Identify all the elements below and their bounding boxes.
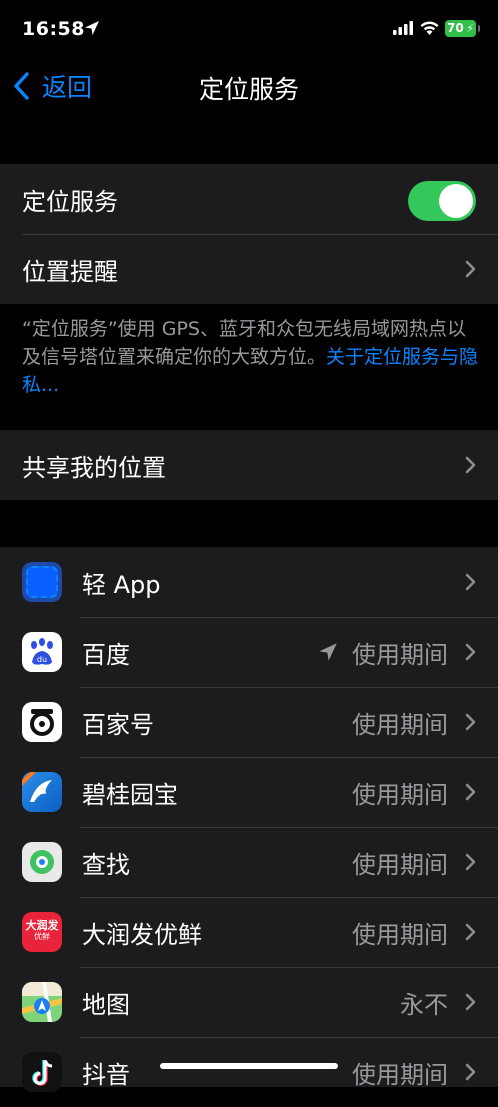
toggle-knob — [439, 184, 473, 218]
permission-value: 使用期间 — [352, 640, 448, 669]
share-location-label: 共享我的位置 — [22, 453, 166, 482]
chevron-right-icon — [465, 923, 476, 941]
battery-level: 70 — [447, 21, 464, 35]
battery-icon: 70 ⚡ — [445, 20, 476, 37]
location-services-label: 定位服务 — [22, 187, 118, 216]
find-my-icon — [22, 842, 62, 882]
chevron-right-icon — [465, 260, 476, 278]
app-permission: 永不 — [400, 990, 448, 1019]
location-services-toggle[interactable] — [408, 181, 476, 221]
location-arrow-icon — [85, 21, 99, 35]
app-permission: 使用期间 — [318, 635, 448, 670]
app-row-light-app[interactable]: 轻 App — [0, 547, 498, 617]
app-name: 抖音 — [82, 1060, 130, 1089]
location-alerts-label: 位置提醒 — [22, 257, 118, 286]
app-row-baidu[interactable]: du 百度 使用期间 — [0, 617, 498, 687]
chevron-right-icon — [465, 1063, 476, 1081]
douyin-icon — [22, 1052, 62, 1092]
app-name: 百家号 — [82, 710, 154, 739]
rt-mart-icon-text: 大润发 — [25, 919, 59, 932]
chevron-right-icon — [465, 853, 476, 871]
app-name: 查找 — [82, 850, 130, 879]
app-row-baijiahao[interactable]: 百家号 使用期间 — [0, 687, 498, 757]
page-title: 定位服务 — [198, 75, 299, 104]
app-name: 轻 App — [82, 570, 161, 599]
svg-text:du: du — [37, 655, 47, 664]
chevron-right-icon — [465, 993, 476, 1011]
app-row-douyin[interactable]: 抖音 使用期间 — [0, 1037, 498, 1107]
app-permission: 使用期间 — [352, 710, 448, 739]
location-services-row: 定位服务 — [0, 164, 498, 234]
rt-mart-icon-subtext: 优鲜 — [34, 932, 50, 941]
app-name: 地图 — [82, 990, 130, 1019]
app-permission: 使用期间 — [352, 780, 448, 809]
location-alerts-row[interactable]: 位置提醒 — [0, 234, 498, 304]
share-location-row[interactable]: 共享我的位置 — [0, 430, 498, 500]
location-arrow-icon — [319, 643, 337, 661]
app-permission: 使用期间 — [352, 1060, 448, 1089]
baidu-icon: du — [22, 632, 62, 672]
status-bar: 16:58 70 ⚡ — [0, 0, 498, 58]
navigation-bar: 返回 定位服务 — [0, 58, 498, 114]
chevron-right-icon — [465, 456, 476, 474]
app-row-biguiyuanbao[interactable]: 碧桂园宝 使用期间 — [0, 757, 498, 827]
location-footer-text: “定位服务”使用 GPS、蓝牙和众包无线局域网热点以及信号塔位置来确定你的大致方… — [22, 315, 482, 399]
app-row-find-my[interactable]: 查找 使用期间 — [0, 827, 498, 897]
chevron-right-icon — [465, 783, 476, 801]
app-row-maps[interactable]: 地图 永不 — [0, 967, 498, 1037]
cellular-signal-icon — [393, 21, 413, 35]
app-permission: 使用期间 — [352, 920, 448, 949]
chevron-right-icon — [465, 573, 476, 591]
battery-tip — [478, 25, 480, 32]
rt-mart-icon: 大润发 优鲜 — [22, 912, 62, 952]
home-indicator[interactable] — [160, 1063, 338, 1069]
app-name: 大润发优鲜 — [82, 920, 202, 949]
status-time: 16:58 — [22, 18, 85, 40]
app-permission: 使用期间 — [352, 850, 448, 879]
maps-icon — [22, 982, 62, 1022]
share-location-group: 共享我的位置 — [0, 430, 498, 500]
biguiyuanbao-icon — [22, 772, 62, 812]
app-row-rt-mart[interactable]: 大润发 优鲜 大润发优鲜 使用期间 — [0, 897, 498, 967]
app-list: 轻 App du 百度 使用期间 百家号 使用期间 碧桂园宝 使用期间 查找 使… — [0, 547, 498, 1092]
wifi-icon — [420, 21, 439, 35]
light-app-icon — [22, 562, 62, 602]
location-settings-group: 定位服务 位置提醒 — [0, 164, 498, 304]
app-name: 碧桂园宝 — [82, 780, 178, 809]
baijiahao-icon — [22, 702, 62, 742]
app-name: 百度 — [82, 640, 130, 669]
chevron-right-icon — [465, 713, 476, 731]
chevron-right-icon — [465, 643, 476, 661]
